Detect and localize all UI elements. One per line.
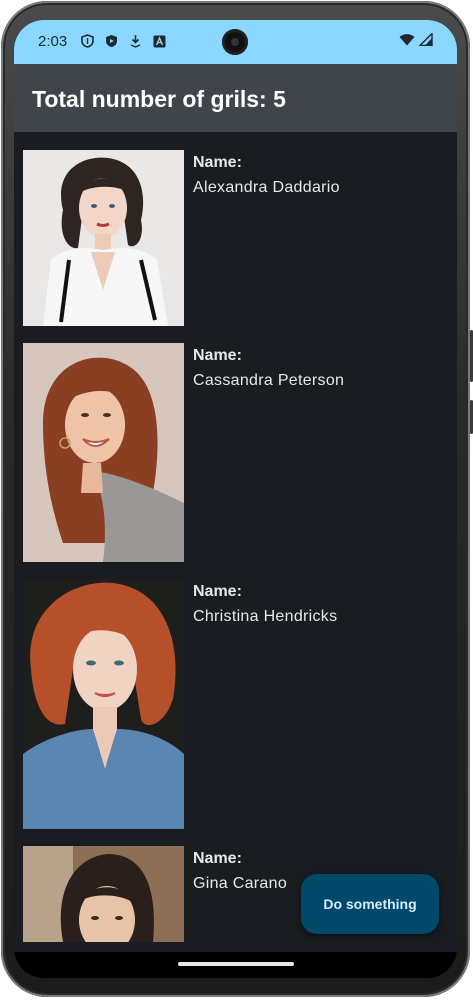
navigation-bar [14, 952, 457, 978]
item-info: Name: Cassandra Peterson [193, 345, 344, 393]
portrait-photo [23, 150, 184, 326]
do-something-button[interactable]: Do something [301, 874, 439, 934]
download-icon [128, 34, 142, 48]
shield-icon [80, 34, 94, 48]
name-value: Cassandra Peterson [193, 372, 345, 389]
item-info: Name: Gina Carano [193, 848, 287, 896]
list-item[interactable]: Name: Alexandra Daddario [23, 150, 453, 326]
screen: 2:03 Total number of grils: 5 Name: Alex… [14, 20, 457, 978]
name-label: Name: [193, 850, 242, 867]
name-label: Name: [193, 583, 242, 600]
name-value: Gina Carano [193, 875, 288, 892]
play-protect-icon [104, 34, 118, 48]
status-icons-right [399, 31, 433, 51]
list-item[interactable]: Name: Christina Hendricks [23, 579, 453, 829]
front-camera [222, 29, 248, 55]
wifi-icon [399, 33, 415, 51]
device-frame: 2:03 Total number of grils: 5 Name: Alex… [0, 0, 473, 1000]
portrait-photo [23, 579, 184, 829]
name-value: Christina Hendricks [193, 608, 338, 625]
item-info: Name: Alexandra Daddario [193, 152, 340, 200]
item-info: Name: Christina Hendricks [193, 581, 337, 629]
status-icons-left [80, 34, 166, 48]
signal-icon [418, 31, 433, 51]
home-gesture-handle[interactable] [178, 962, 294, 966]
app-a-icon [152, 34, 166, 48]
name-label: Name: [193, 154, 242, 171]
portrait-photo [23, 343, 184, 562]
name-value: Alexandra Daddario [193, 179, 340, 196]
app-bar: Total number of grils: 5 [14, 64, 457, 132]
list-item[interactable]: Name: Cassandra Peterson [23, 343, 453, 562]
status-time: 2:03 [38, 33, 68, 50]
portrait-photo [23, 846, 184, 942]
name-label: Name: [193, 347, 242, 364]
page-title: Total number of grils: 5 [32, 86, 286, 112]
girls-list[interactable]: Name: Alexandra Daddario Name: Cassandra… [14, 132, 457, 952]
status-bar: 2:03 [14, 20, 457, 64]
